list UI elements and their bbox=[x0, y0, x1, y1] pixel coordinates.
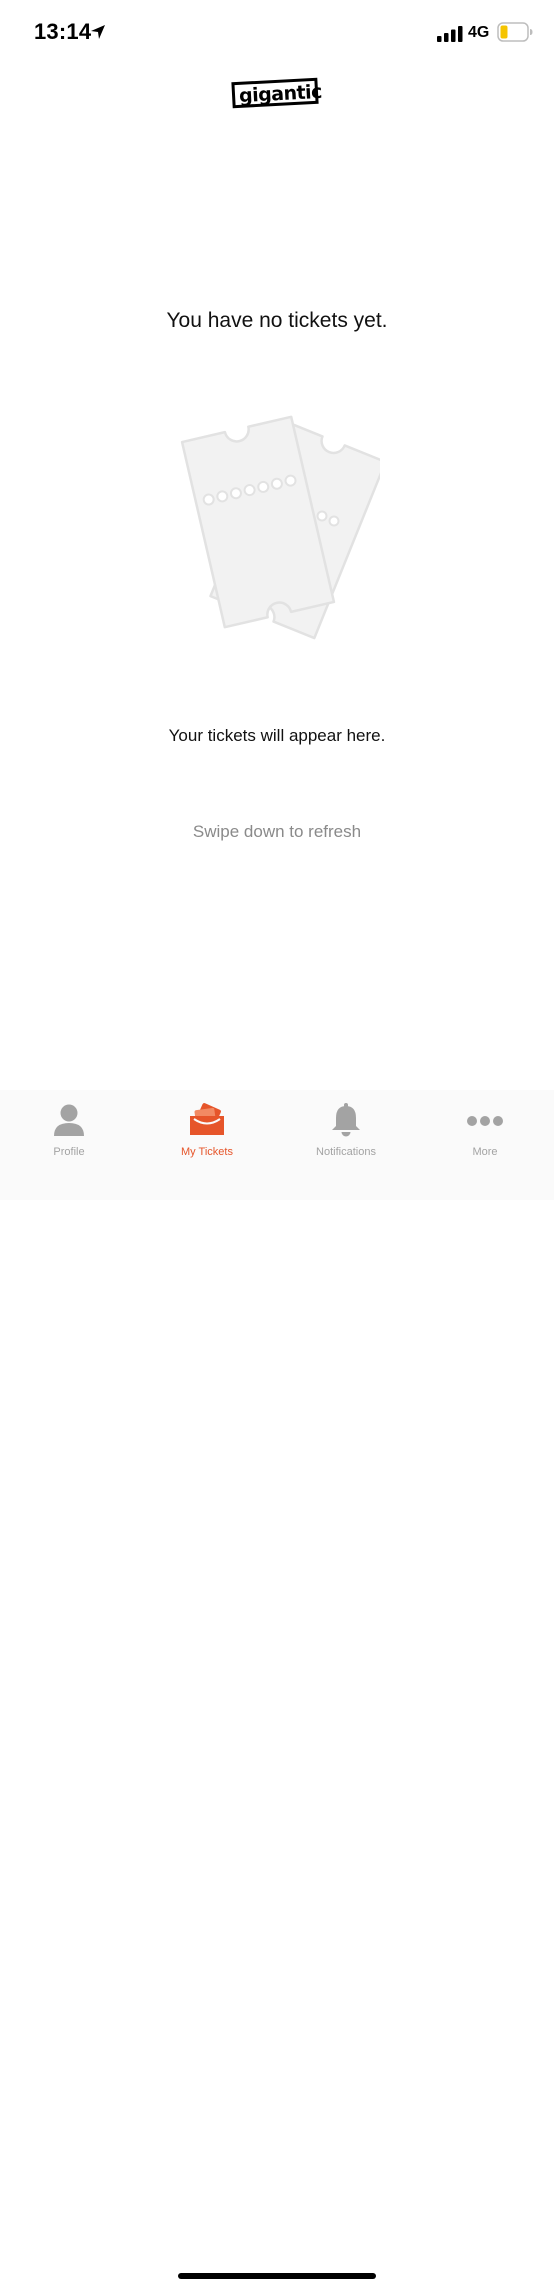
tickets-illustration-icon bbox=[180, 415, 380, 640]
tab-label-profile: Profile bbox=[53, 1146, 85, 1158]
tab-more[interactable]: More bbox=[416, 1090, 554, 1170]
gigantic-logo: gigantic bbox=[229, 76, 325, 114]
tab-profile[interactable]: Profile bbox=[0, 1090, 138, 1170]
tab-my-tickets[interactable]: My Tickets bbox=[138, 1090, 276, 1170]
home-indicator[interactable] bbox=[178, 2273, 376, 2279]
tab-label-more: More bbox=[472, 1146, 498, 1158]
status-bar: 13:14 4G bbox=[0, 0, 554, 66]
network-type: 4G bbox=[468, 24, 490, 41]
tickets-icon bbox=[190, 1103, 224, 1135]
tab-notifications[interactable]: Notifications bbox=[277, 1090, 415, 1170]
tab-label-my-tickets: My Tickets bbox=[181, 1146, 233, 1158]
empty-state-subtitle: Your tickets will appear here. bbox=[168, 726, 386, 745]
bottom-tab-bar: Profile My Tickets Notifications More bbox=[0, 1090, 554, 2279]
bell-icon bbox=[332, 1103, 360, 1137]
logo-text: gigantic bbox=[238, 80, 323, 108]
more-dots-icon bbox=[467, 1116, 503, 1126]
location-arrow-icon bbox=[91, 25, 105, 39]
person-icon bbox=[54, 1104, 84, 1136]
cellular-signal-icon bbox=[437, 26, 463, 42]
status-time: 13:14 bbox=[34, 19, 92, 44]
swipe-refresh-hint: Swipe down to refresh bbox=[192, 822, 362, 841]
empty-state-title: You have no tickets yet. bbox=[166, 309, 388, 332]
tab-label-notifications: Notifications bbox=[316, 1146, 376, 1158]
battery-icon bbox=[497, 22, 533, 42]
